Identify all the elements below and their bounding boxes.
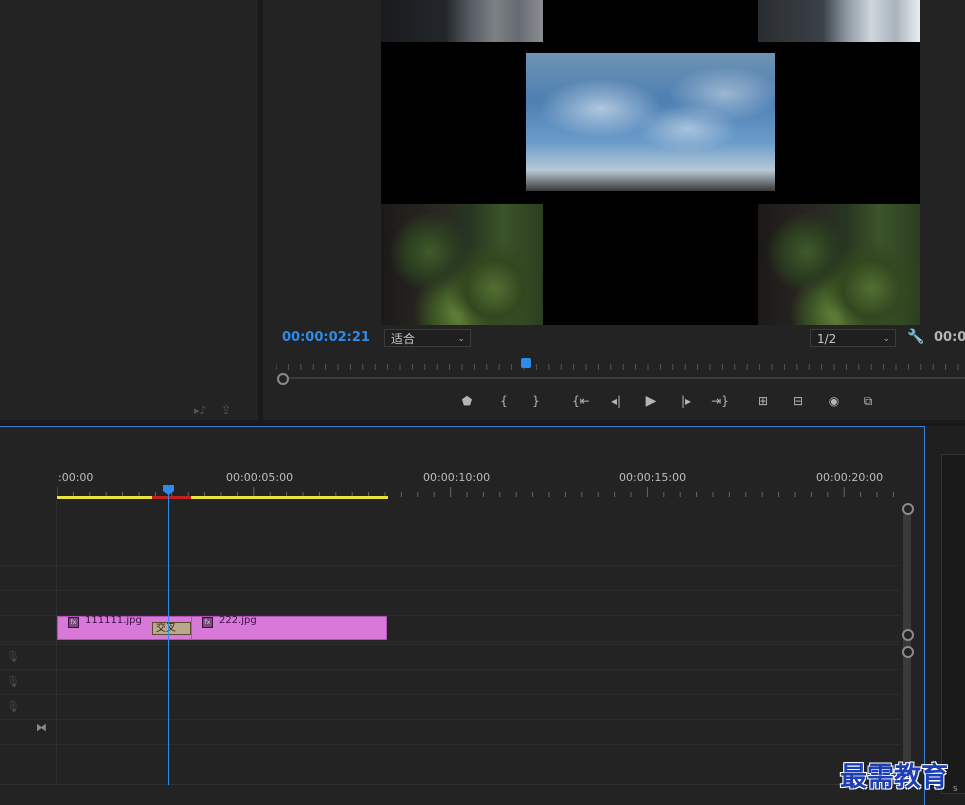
work-area-bar[interactable] <box>57 496 388 499</box>
audio-meter-panel: s <box>925 426 965 805</box>
track-separator <box>0 641 900 642</box>
preview-tile-trees <box>381 204 543 325</box>
chevron-down-icon: ⌄ <box>457 334 465 344</box>
mark-in-icon[interactable]: { <box>494 392 514 410</box>
monitor-zoom-bar[interactable] <box>286 377 965 379</box>
fx-badge-icon: fx <box>68 617 79 628</box>
program-preview <box>381 0 920 325</box>
playhead-timecode[interactable]: 00:00:02:21 <box>282 330 370 345</box>
play-icon[interactable]: ▶ <box>641 392 661 410</box>
microphone-icon[interactable]: 🎙 <box>6 650 20 663</box>
ruler-label: 00:00:10:00 <box>423 471 491 484</box>
go-to-in-icon[interactable]: {⇤ <box>571 392 591 410</box>
scrollbar-handle[interactable] <box>902 646 914 658</box>
timeline-playhead-line[interactable] <box>168 494 169 785</box>
track-separator <box>0 744 900 745</box>
render-bar <box>152 496 191 499</box>
export-frame-icon[interactable]: ◉ <box>824 392 844 410</box>
transition-label: 交叉 <box>156 623 176 634</box>
resolution-select[interactable]: 1/2 ⌄ <box>810 329 896 347</box>
watermark: 最需教育 <box>840 762 948 793</box>
audio-meter <box>941 454 965 794</box>
clip-name: 111111.jpg <box>85 614 142 626</box>
chevron-down-icon: ⌄ <box>882 334 890 344</box>
track-header-divider <box>56 500 57 785</box>
microphone-icon[interactable]: 🎙 <box>6 675 20 688</box>
preview-tile-trees <box>758 204 920 325</box>
fx-badge-icon: fx <box>202 617 213 628</box>
cross-dissolve-transition[interactable]: 交叉 <box>152 622 191 635</box>
track-separator <box>0 644 900 645</box>
track-separator <box>0 784 900 785</box>
duration-timecode: 00:00 <box>934 330 965 345</box>
ruler-label: :00:00 <box>58 471 94 484</box>
track-separator <box>0 719 900 720</box>
master-track-icon[interactable]: ⧓ <box>36 721 47 734</box>
fit-select-value: 适合 <box>391 332 416 346</box>
lift-icon[interactable]: ⊞ <box>753 392 773 410</box>
ruler-label: 00:00:15:00 <box>619 471 687 484</box>
clip-name: 222.jpg <box>219 614 257 626</box>
add-marker-icon[interactable]: ⬟ <box>457 392 477 410</box>
overwrite-icon[interactable]: ⇪ <box>221 403 231 417</box>
step-back-icon[interactable]: ◂| <box>606 392 626 410</box>
ruler-label: 00:00:05:00 <box>226 471 294 484</box>
insert-audio-icon[interactable]: ▸♪ <box>194 404 207 417</box>
track-separator <box>0 669 900 670</box>
clip-222[interactable]: fx 222.jpg <box>191 614 387 640</box>
track-separator <box>0 590 900 591</box>
fit-select[interactable]: 适合 ⌄ <box>384 329 471 347</box>
project-panel: ▸♪ ⇪ <box>0 0 258 420</box>
wrench-icon[interactable]: 🔧 <box>907 329 924 345</box>
step-forward-icon[interactable]: |▸ <box>676 392 696 410</box>
mark-out-icon[interactable]: } <box>526 392 546 410</box>
scrollbar-handle[interactable] <box>902 503 914 515</box>
monitor-playhead[interactable] <box>521 358 531 368</box>
preview-tile-sky <box>526 53 775 191</box>
zoom-handle[interactable] <box>277 373 289 385</box>
resolution-select-value: 1/2 <box>817 332 837 346</box>
track-separator <box>0 694 900 695</box>
go-to-out-icon[interactable]: ⇥} <box>710 392 730 410</box>
preview-tile-building <box>758 0 920 42</box>
button-editor-icon[interactable]: ⧉ <box>858 392 878 410</box>
preview-tile-building <box>381 0 543 42</box>
audio-meter-label: s <box>953 784 958 794</box>
extract-icon[interactable]: ⊟ <box>788 392 808 410</box>
scrollbar-handle[interactable] <box>902 629 914 641</box>
monitor-ruler[interactable] <box>276 360 965 372</box>
microphone-icon[interactable]: 🎙 <box>6 700 20 713</box>
track-separator <box>0 565 900 566</box>
ruler-label: 00:00:20:00 <box>816 471 884 484</box>
